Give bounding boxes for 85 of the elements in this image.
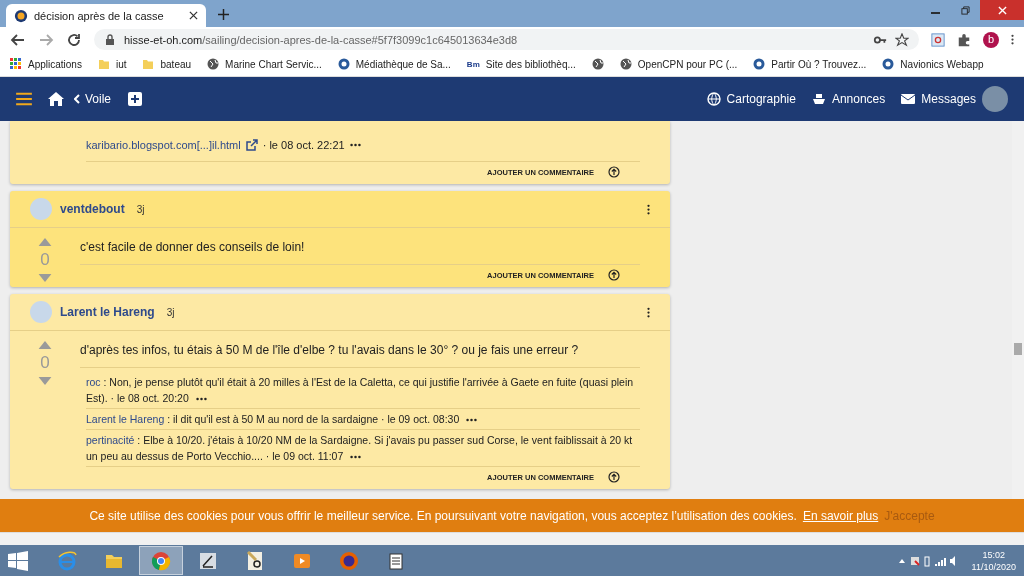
external-link[interactable]: karibario.blogspot.com[...]il.html: [86, 139, 241, 151]
envelope-icon: [901, 92, 916, 106]
more-icon[interactable]: [647, 306, 650, 318]
globe-icon: [591, 58, 604, 70]
back-link[interactable]: Voile: [74, 92, 112, 106]
post-age: 3j: [166, 306, 175, 318]
vote-count: 0: [40, 353, 50, 373]
author-link[interactable]: roc: [86, 376, 101, 388]
close-icon: [997, 5, 1007, 15]
profile-avatar[interactable]: b: [983, 31, 999, 48]
comment-text: roc : Non, je pense plutôt qu'il était à 20 milles à l'Est de la Caletta, ce qui justifie l'arrivée à Gaete en fuite (quasi plein Est). · le 08 oct. 20:20: [86, 375, 635, 406]
bookmark-item[interactable]: Marine Chart Servic...: [207, 58, 322, 70]
folder-icon: [142, 58, 155, 70]
lock-icon: [104, 33, 116, 46]
bookmark-item[interactable]: Médiathèque de Sa...: [337, 58, 451, 70]
site-icon: [882, 58, 895, 70]
chevron-left-icon: [74, 94, 80, 104]
puzzle-icon[interactable]: [957, 32, 971, 47]
bookmark-item[interactable]: Navionics Webapp: [882, 58, 984, 70]
nav-link[interactable]: Messages: [901, 92, 976, 106]
more-icon[interactable]: [349, 143, 361, 147]
document-icon: [245, 550, 265, 571]
site-icon: Bm: [466, 59, 480, 69]
site-icon: [337, 58, 350, 70]
close-button[interactable]: [980, 0, 1024, 20]
scroll-up-icon[interactable]: [608, 471, 620, 483]
user-avatar[interactable]: [982, 86, 1008, 112]
more-icon[interactable]: [195, 397, 207, 402]
menu-icon[interactable]: [16, 92, 32, 106]
globe-icon: [207, 58, 220, 70]
comment-text: Larent le Hareng : il dit qu'il est à 50 M au nord de la sardaigne · le 09 oct. 08:30: [86, 411, 640, 427]
author-link[interactable]: pertinacité: [86, 434, 135, 446]
clock[interactable]: 15:02 11/10/2020: [971, 548, 1016, 573]
close-icon[interactable]: [189, 11, 198, 20]
apps-grid-icon: [10, 58, 22, 70]
bookmark-item[interactable]: iut: [97, 58, 127, 70]
windows-start-icon[interactable]: [8, 550, 28, 571]
fox-browser-icon: [339, 550, 359, 571]
comment-text: pertinacité : Elbe à 10/20. j'étais à 10/20 NM de la Sardaigne. Si j'avais pu passer sud Corse, le vent faiblissait à 20 kt un peu au dessus de Porto Vecchio.... · le 09 oct. 11:07: [86, 433, 634, 464]
browser-icon: [151, 550, 171, 571]
address-bar[interactable]: hisse-et-oh.com/sailing/decision-apres-de-la-casse#5f7f3099c1c645013634e3d8: [94, 29, 919, 50]
more-icon[interactable]: [350, 455, 362, 460]
more-icon[interactable]: [647, 203, 650, 215]
bookmark-item[interactable]: [591, 58, 604, 70]
bookmark-item[interactable]: Partir Où ? Trouvez...: [753, 58, 867, 70]
home-icon[interactable]: [48, 92, 64, 106]
add-icon[interactable]: [127, 92, 144, 106]
scroll-up-icon[interactable]: [608, 166, 620, 178]
comment-time: · le 08 oct. 22:21: [262, 139, 345, 151]
reload-icon[interactable]: [66, 31, 82, 48]
globe-icon: [619, 58, 632, 70]
minimize-icon: [930, 12, 940, 14]
folder-icon: [97, 58, 110, 70]
bookmark-item[interactable]: Applications: [10, 58, 82, 70]
restore-icon: [960, 5, 970, 15]
document-list-icon: [386, 550, 406, 571]
more-icon[interactable]: [466, 418, 478, 423]
bookmark-item[interactable]: bateau: [142, 58, 192, 70]
author-link[interactable]: Larent le Hareng: [60, 305, 155, 319]
bookmark-item[interactable]: Bm Site des bibliothèq...: [466, 58, 576, 70]
post-text: d'après tes infos, tu étais à 50 M de l'île d'elbe ? tu l'avais dans le 30° ? ou je fais une erreur ?: [80, 343, 640, 368]
author-link[interactable]: ventdebout: [60, 202, 125, 216]
menu-icon[interactable]: [1011, 34, 1014, 45]
post-age: 3j: [136, 203, 145, 215]
bookmark-item[interactable]: OpenCPN pour PC (...: [619, 58, 738, 70]
site-icon: [753, 58, 766, 70]
extension-icon[interactable]: [931, 32, 945, 47]
author-link[interactable]: Larent le Hareng: [86, 413, 165, 425]
boat-icon: [811, 92, 826, 106]
star-icon[interactable]: [895, 32, 909, 47]
post-text: c'est facile de donner des conseils de loin!: [80, 240, 640, 265]
browser-tab[interactable]: décision après de la casse: [6, 4, 206, 27]
nav-link[interactable]: Cartographie: [706, 92, 796, 106]
site-logo-icon: [14, 8, 28, 23]
browser-e-icon: [57, 550, 77, 571]
external-link-icon: [245, 139, 258, 151]
back-icon[interactable]: [10, 31, 26, 48]
cookie-text: Ce site utilise des cookies pour vous offrir le meilleur service. En poursuivant votre navigation, vous acceptez l’utilisation des cookies.: [89, 508, 797, 523]
scroll-up-icon[interactable]: [608, 269, 620, 281]
pen-icon: [198, 550, 218, 571]
system-tray-icons[interactable]: [896, 554, 957, 567]
nav-link[interactable]: Annonces: [811, 92, 886, 106]
vote-count: 0: [40, 250, 50, 270]
new-tab-icon[interactable]: [218, 9, 229, 20]
globe-icon: [706, 92, 721, 106]
